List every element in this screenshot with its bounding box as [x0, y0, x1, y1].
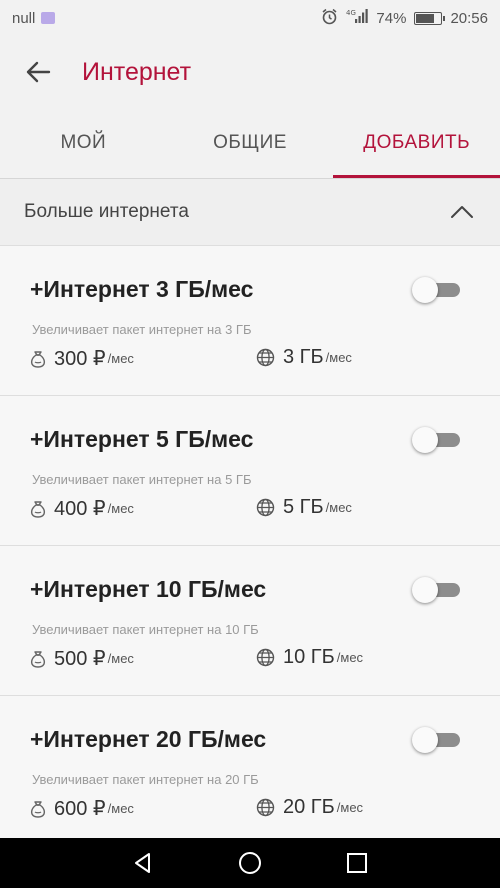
price-value: 400 ₽: [54, 498, 106, 520]
section-title: Больше интернета: [24, 201, 189, 222]
price-value: 500 ₽: [54, 648, 106, 670]
toggle-knob: [412, 277, 438, 303]
addon-title: +Интернет 3 ГБ/мес: [30, 276, 254, 302]
addon-toggle[interactable]: [412, 576, 462, 604]
price-value: 600 ₽: [54, 798, 106, 820]
money-bag-icon: [30, 800, 46, 818]
nav-recent-button[interactable]: [337, 843, 377, 883]
signal-icon: 4G: [346, 8, 369, 28]
volume-value: 20 ГБ: [283, 796, 335, 818]
page-title: Интернет: [82, 57, 192, 86]
addon-price: 400 ₽ /мес: [30, 496, 134, 521]
addon-price: 500 ₽ /мес: [30, 646, 134, 671]
addon-volume: 10 ГБ /мес: [256, 646, 363, 669]
addon-volume: 3 ГБ /мес: [256, 346, 352, 369]
globe-icon: [256, 648, 275, 667]
nav-home-button[interactable]: [230, 843, 270, 883]
volume-unit: /мес: [325, 350, 352, 365]
back-button[interactable]: [18, 52, 58, 92]
volume-value: 5 ГБ: [283, 496, 324, 518]
status-bar: null 4G 74% 20:56: [0, 0, 500, 36]
money-bag-icon: [30, 350, 46, 368]
addon-description: Увеличивает пакет интернет на 3 ГБ: [32, 322, 252, 337]
addon-card: +Интернет 20 ГБ/мес Увеличивает пакет ин…: [0, 695, 500, 845]
addon-title: +Интернет 10 ГБ/мес: [30, 576, 267, 602]
toggle-knob: [412, 427, 438, 453]
price-unit: /мес: [107, 351, 134, 366]
addon-volume: 20 ГБ /мес: [256, 796, 363, 819]
volume-unit: /мес: [325, 500, 352, 515]
app-bar: Интернет: [0, 36, 500, 108]
tab-label: МОЙ: [60, 132, 107, 153]
arrow-left-icon: [26, 61, 51, 83]
money-bag-icon: [30, 650, 46, 668]
money-bag-icon: [30, 500, 46, 518]
addon-description: Увеличивает пакет интернет на 10 ГБ: [32, 622, 259, 637]
price-unit: /мес: [107, 801, 134, 816]
tab-label: ОБЩИЕ: [213, 132, 287, 153]
addon-title: +Интернет 5 ГБ/мес: [30, 426, 254, 452]
clock: 20:56: [450, 9, 488, 27]
addon-card: +Интернет 10 ГБ/мес Увеличивает пакет ин…: [0, 545, 500, 695]
addon-list: +Интернет 3 ГБ/мес Увеличивает пакет инт…: [0, 245, 500, 845]
globe-icon: [256, 348, 275, 367]
price-value: 300 ₽: [54, 348, 106, 370]
circle-home-icon: [238, 852, 261, 874]
addon-toggle[interactable]: [412, 426, 462, 454]
svg-text:4G: 4G: [346, 9, 356, 17]
price-unit: /мес: [107, 651, 134, 666]
tab-bar: МОЙ ОБЩИЕ ДОБАВИТЬ: [0, 108, 500, 178]
system-nav-bar: [0, 838, 500, 888]
battery-percent: 74%: [376, 9, 407, 27]
addon-description: Увеличивает пакет интернет на 20 ГБ: [32, 772, 259, 787]
triangle-back-icon: [135, 853, 151, 873]
addon-card: +Интернет 5 ГБ/мес Увеличивает пакет инт…: [0, 395, 500, 545]
toggle-knob: [412, 727, 438, 753]
battery-icon: [414, 11, 446, 25]
volume-unit: /мес: [336, 650, 364, 665]
addon-price: 600 ₽ /мес: [30, 796, 134, 821]
status-left: null: [12, 9, 56, 27]
addon-toggle[interactable]: [412, 276, 462, 304]
tab-label: ДОБАВИТЬ: [363, 132, 471, 153]
globe-icon: [256, 498, 275, 517]
globe-icon: [256, 798, 275, 817]
toggle-knob: [412, 577, 438, 603]
tab-add[interactable]: ДОБАВИТЬ: [333, 108, 500, 178]
tab-shared[interactable]: ОБЩИЕ: [167, 108, 334, 178]
nav-back-button[interactable]: [123, 843, 163, 883]
addon-title: +Интернет 20 ГБ/мес: [30, 726, 267, 752]
carrier-label: null: [12, 9, 36, 27]
status-right: 4G 74% 20:56: [321, 8, 488, 29]
addon-price: 300 ₽ /мес: [30, 346, 134, 371]
section-header-more-internet[interactable]: Больше интернета: [0, 179, 500, 245]
square-recent-icon: [346, 853, 367, 873]
addon-description: Увеличивает пакет интернет на 5 ГБ: [32, 472, 252, 487]
volume-value: 10 ГБ: [283, 646, 335, 668]
volume-value: 3 ГБ: [283, 346, 324, 368]
chevron-up-icon: [451, 206, 473, 218]
volume-unit: /мес: [336, 800, 364, 815]
tab-mine[interactable]: МОЙ: [0, 108, 167, 178]
alarm-icon: [321, 8, 338, 29]
addon-volume: 5 ГБ /мес: [256, 496, 352, 519]
addon-card: +Интернет 3 ГБ/мес Увеличивает пакет инт…: [0, 245, 500, 395]
addon-toggle[interactable]: [412, 726, 462, 754]
price-unit: /мес: [107, 501, 134, 516]
image-notification-icon: [41, 12, 56, 24]
